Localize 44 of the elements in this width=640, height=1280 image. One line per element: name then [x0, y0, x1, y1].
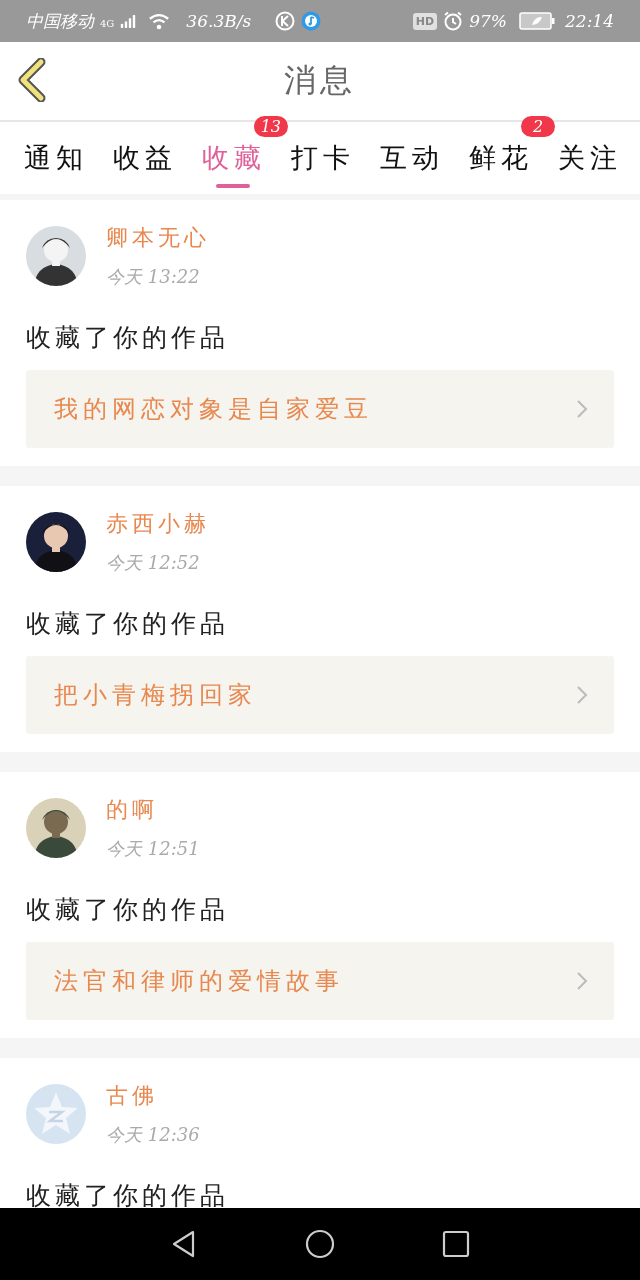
work-link[interactable]: 我的网恋对象是自家爱豆	[26, 370, 614, 448]
tab[interactable]: 打卡	[291, 140, 355, 176]
k-circle-icon	[275, 11, 296, 31]
tab[interactable]: 鲜花	[469, 140, 533, 176]
music-note-icon	[301, 11, 322, 31]
message-text: 收藏了你的作品	[26, 322, 230, 354]
battery-percent: 97%	[469, 11, 507, 31]
message-text: 收藏了你的作品	[26, 894, 230, 926]
carrier-name: 中国移动	[26, 9, 94, 33]
alarm-icon	[443, 11, 464, 31]
user-name[interactable]: 卿本无心	[106, 223, 210, 253]
message-time: 今天 12:36	[106, 1123, 200, 1147]
user-name[interactable]: 古佛	[106, 1081, 200, 1111]
count-badge: 13	[253, 116, 288, 137]
page-title: 消息	[284, 60, 356, 101]
tab[interactable]: 收藏	[202, 140, 266, 176]
message-text: 收藏了你的作品	[26, 608, 230, 640]
tab[interactable]: 收益	[113, 140, 177, 176]
back-button[interactable]	[16, 58, 48, 104]
tab[interactable]: 关注	[558, 140, 622, 176]
work-link[interactable]: 法官和律师的爱情故事	[26, 942, 614, 1020]
signal-icon	[120, 13, 137, 29]
network-type: 4G	[100, 17, 115, 29]
chevron-right-icon	[576, 685, 588, 705]
chevron-right-icon	[576, 971, 588, 991]
work-link[interactable]: 把小青梅拐回家	[26, 656, 614, 734]
user-name[interactable]: 的啊	[106, 795, 200, 825]
star-avatar-icon	[26, 1084, 86, 1144]
wifi-icon	[148, 12, 171, 30]
message-time: 今天 12:51	[106, 837, 200, 861]
message-time: 今天 13:22	[106, 265, 201, 289]
count-badge: 2	[521, 116, 555, 137]
tab[interactable]: 通知	[24, 140, 88, 176]
chevron-right-icon	[576, 399, 588, 419]
recents-square-icon[interactable]	[441, 1229, 471, 1259]
user-name[interactable]: 赤西小赫	[106, 509, 210, 539]
message-time: 今天 12:52	[106, 551, 201, 575]
message-text: 收藏了你的作品	[26, 1180, 230, 1212]
clock-time: 22:14	[565, 11, 614, 31]
home-circle-icon[interactable]	[305, 1229, 335, 1259]
battery-icon	[519, 12, 555, 30]
hd-badge: HD	[412, 12, 438, 30]
tab[interactable]: 互动	[380, 140, 444, 176]
network-speed: 36.3B/s	[186, 11, 252, 31]
